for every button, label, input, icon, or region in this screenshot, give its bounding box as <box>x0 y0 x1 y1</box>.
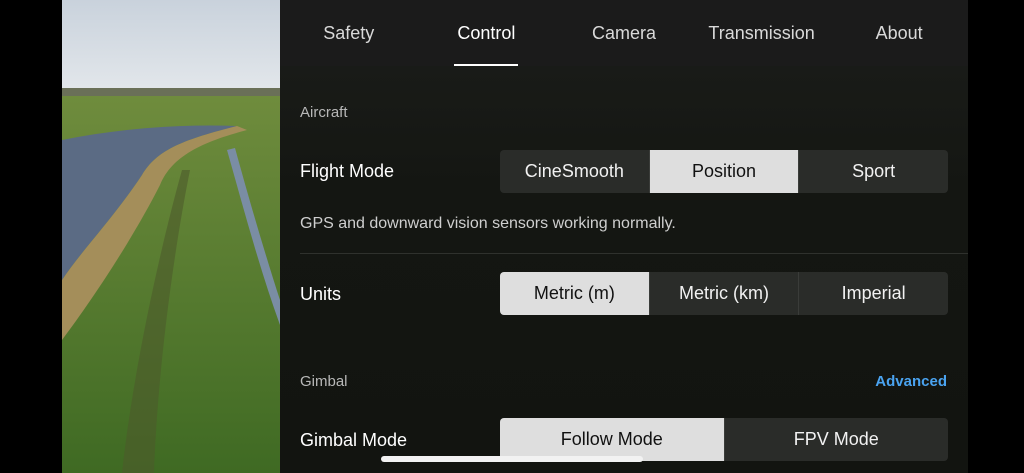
section-title-aircraft: Aircraft <box>300 104 348 121</box>
flight-mode-selector: CineSmooth Position Sport <box>500 150 948 193</box>
units-imperial[interactable]: Imperial <box>799 272 948 315</box>
gimbal-mode-follow[interactable]: Follow Mode <box>500 418 725 461</box>
tab-safety[interactable]: Safety <box>285 0 413 66</box>
tab-camera[interactable]: Camera <box>560 0 688 66</box>
settings-tabs: Safety Control Camera Transmission About <box>280 0 968 66</box>
tab-about[interactable]: About <box>835 0 963 66</box>
gimbal-mode-selector: Follow Mode FPV Mode <box>500 418 948 461</box>
flight-mode-sport[interactable]: Sport <box>799 150 948 193</box>
advanced-link[interactable]: Advanced <box>875 373 947 390</box>
home-indicator[interactable] <box>381 456 643 462</box>
units-metric-m[interactable]: Metric (m) <box>500 272 650 315</box>
flight-mode-cinesmooth[interactable]: CineSmooth <box>500 150 650 193</box>
units-selector: Metric (m) Metric (km) Imperial <box>500 272 948 315</box>
units-label: Units <box>300 284 342 304</box>
divider <box>300 253 968 254</box>
flight-mode-label: Flight Mode <box>300 161 395 181</box>
section-title-gimbal: Gimbal <box>300 373 348 390</box>
gimbal-mode-fpv[interactable]: FPV Mode <box>725 418 949 461</box>
tab-control[interactable]: Control <box>422 0 550 66</box>
landscape-image <box>62 0 280 473</box>
gimbal-mode-label: Gimbal Mode <box>300 430 408 450</box>
camera-feed <box>62 0 280 473</box>
flight-mode-hint: GPS and downward vision sensors working … <box>300 215 676 232</box>
units-metric-km[interactable]: Metric (km) <box>650 272 800 315</box>
flight-mode-position[interactable]: Position <box>649 150 800 193</box>
settings-panel: Safety Control Camera Transmission About… <box>280 0 968 473</box>
tab-transmission[interactable]: Transmission <box>698 0 826 66</box>
